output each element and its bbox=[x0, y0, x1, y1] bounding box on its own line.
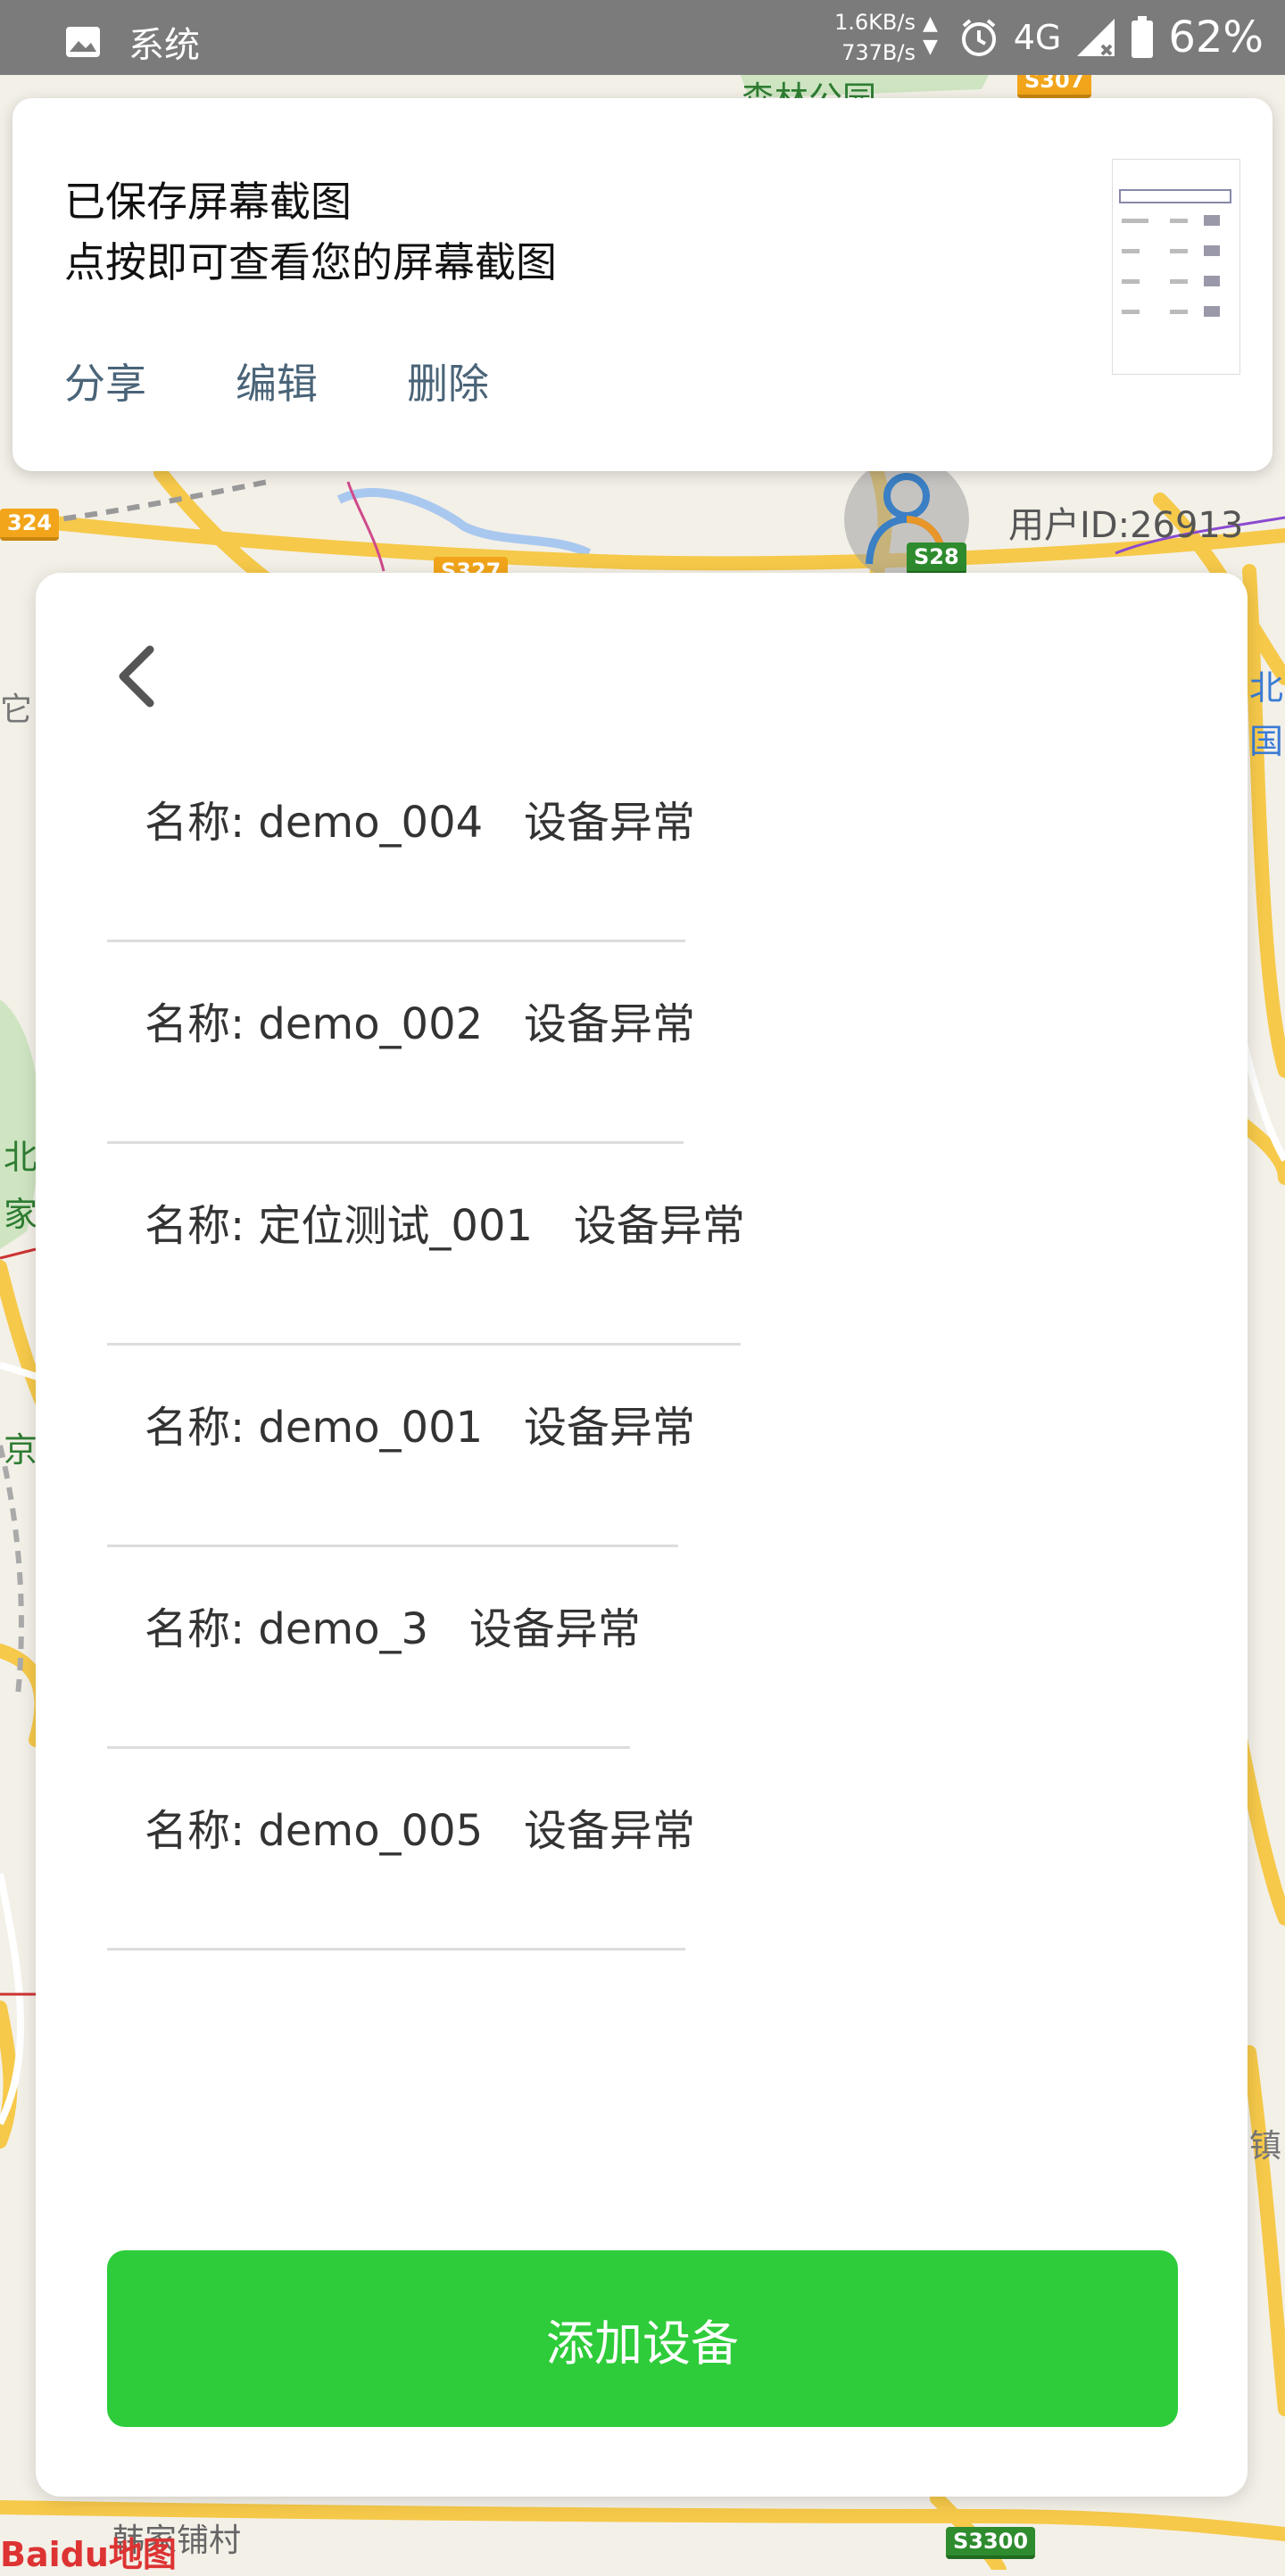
device-name: 名称: demo_001 设备异常 bbox=[145, 1403, 695, 1453]
notification-subtitle: 点按即可查看您的屏幕截图 bbox=[64, 238, 557, 286]
share-button[interactable]: 分享 bbox=[64, 352, 146, 410]
map-label-bei: 北 bbox=[1249, 668, 1284, 708]
map-label-jing: 京 bbox=[4, 1430, 38, 1470]
baidu-logo: Baidu地图 bbox=[0, 2535, 177, 2574]
road-badge-s3300: S3300 bbox=[946, 2527, 1036, 2559]
device-list-item[interactable]: 名称: demo_004 设备异常 bbox=[107, 741, 696, 942]
device-list-item[interactable]: 名称: demo_001 设备异常 bbox=[107, 1346, 696, 1547]
image-icon bbox=[66, 27, 100, 57]
divider bbox=[107, 1948, 685, 1951]
device-list-item[interactable]: 名称: 定位测试_001 设备异常 bbox=[107, 1144, 750, 1346]
road-badge-s28: S28 bbox=[907, 543, 966, 575]
screenshot-notification[interactable]: 已保存屏幕截图 点按即可查看您的屏幕截图 分享 编辑 删除 bbox=[12, 98, 1273, 471]
notification-app-name: 系统 bbox=[128, 25, 200, 66]
notification-actions: 分享 编辑 删除 bbox=[64, 352, 489, 410]
device-list-item[interactable]: 名称: demo_3 设备异常 bbox=[107, 1547, 642, 1749]
speed-down: 737B/s bbox=[841, 40, 916, 65]
speed-up: 1.6KB/s bbox=[834, 10, 916, 35]
device-panel: 名称: demo_004 设备异常 名称: demo_002 设备异常 名称: … bbox=[36, 573, 1248, 2497]
chevron-left-icon bbox=[119, 645, 154, 708]
battery-percentage: 62% bbox=[1168, 12, 1264, 62]
signal-icon bbox=[1077, 19, 1115, 56]
network-type: 4G bbox=[1013, 18, 1062, 57]
device-name: 名称: demo_004 设备异常 bbox=[145, 798, 695, 848]
delete-button[interactable]: 删除 bbox=[407, 352, 489, 410]
status-bar: 系统 1.6KB/s 737B/s ▲ ▼ 4G 62% bbox=[0, 0, 1285, 75]
screenshot-preview bbox=[1119, 189, 1231, 317]
device-list-item[interactable]: 名称: demo_005 设备异常 bbox=[107, 1749, 696, 1951]
map-label-jia: 家 bbox=[4, 1195, 38, 1234]
alarm-icon bbox=[961, 19, 996, 56]
network-speed: 1.6KB/s 737B/s bbox=[834, 7, 916, 68]
device-name: 名称: demo_3 设备异常 bbox=[145, 1604, 641, 1654]
transfer-arrows-icon: ▲ ▼ bbox=[923, 12, 938, 58]
device-name: 名称: demo_002 设备异常 bbox=[145, 999, 695, 1049]
edit-button[interactable]: 编辑 bbox=[236, 352, 318, 410]
add-device-button[interactable]: 添加设备 bbox=[107, 2250, 1178, 2427]
device-list-item[interactable]: 名称: demo_002 设备异常 bbox=[107, 942, 696, 1144]
map-label-zhen: 镇 bbox=[1249, 2128, 1282, 2165]
device-name: 名称: 定位测试_001 设备异常 bbox=[145, 1201, 745, 1251]
battery-icon bbox=[1132, 16, 1154, 58]
device-name: 名称: demo_005 设备异常 bbox=[145, 1806, 695, 1856]
road-badge-324: 324 bbox=[0, 509, 60, 541]
map-label-ta: 它 bbox=[0, 692, 33, 728]
back-button[interactable] bbox=[104, 641, 175, 712]
screenshot-thumbnail[interactable] bbox=[1112, 159, 1240, 375]
map-label-bei-2: 北 bbox=[4, 1138, 38, 1177]
user-id-label: 用户ID:26913 bbox=[1008, 505, 1244, 546]
notification-title: 已保存屏幕截图 bbox=[64, 178, 352, 226]
map-label-guo: 国 bbox=[1249, 722, 1284, 761]
